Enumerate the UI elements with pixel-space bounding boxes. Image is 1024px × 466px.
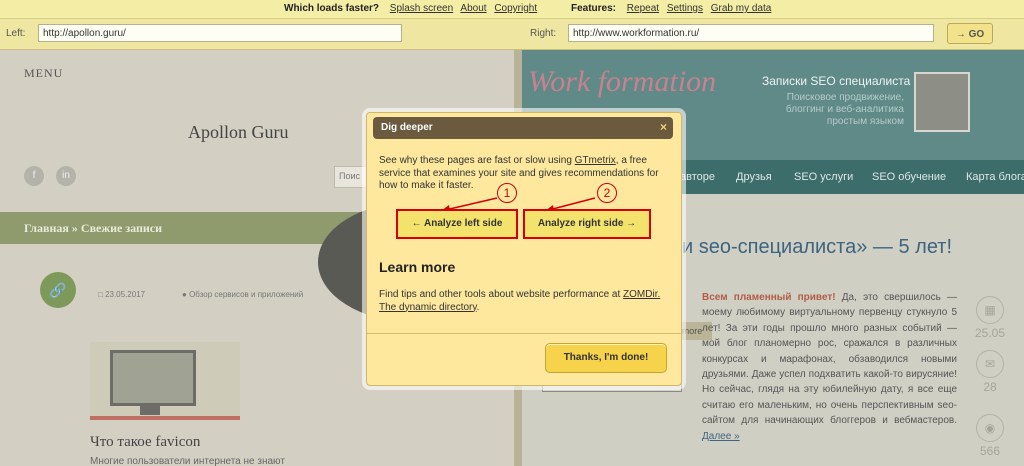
post-body: Да, это свершилось — моему любимому вирт… — [702, 292, 957, 427]
comments-stat: ✉ 28 — [968, 350, 1012, 394]
date-value: 25.05 — [974, 326, 1006, 340]
post-thumbnail[interactable] — [90, 342, 240, 420]
which-loads-faster-label: Which loads faster? — [284, 3, 380, 14]
grab-my-data-link[interactable]: Grab my data — [711, 3, 772, 14]
features-label: Features: — [571, 3, 617, 14]
right-post-text: Всем пламенный привет! Да, это свершилос… — [702, 290, 957, 444]
repeat-link[interactable]: Repeat — [627, 3, 659, 14]
views-value: 566 — [979, 444, 1001, 458]
dialog-divider — [367, 333, 681, 334]
splash-screen-link[interactable]: Splash screen — [390, 3, 453, 14]
linkedin-icon[interactable]: in — [56, 166, 76, 186]
tips-text-1: Find tips and other tools about website … — [379, 289, 624, 300]
post-category-text: Обзор сервисов и приложений — [189, 290, 304, 299]
right-site-title: Записки SEO специалиста — [762, 74, 911, 88]
learn-more-heading: Learn more — [379, 259, 456, 275]
right-site-tagline: Поисковое продвижение, блоггинг и веб-ан… — [785, 92, 904, 127]
right-post-title[interactable]: и seo-специалиста» — 5 лет! — [682, 236, 952, 259]
left-url-label: Left: — [6, 28, 26, 39]
workformation-logo[interactable]: Work formation — [528, 67, 716, 97]
thanks-done-button[interactable]: Thanks, I'm done! — [545, 343, 667, 373]
about-link[interactable]: About — [460, 3, 486, 14]
toolbar-left-group: Which loads faster? Splash screen About … — [284, 3, 542, 14]
go-button[interactable]: → GO — [947, 23, 993, 44]
read-more-link[interactable]: Далее » — [702, 431, 740, 442]
post-category: ● Обзор сервисов и приложений — [182, 290, 304, 299]
copyright-link[interactable]: Copyright — [494, 3, 537, 14]
greeting-text: Всем пламенный привет! — [702, 292, 836, 303]
calendar-icon: ▦ — [976, 296, 1004, 324]
intro-text-1: See why these pages are fast or slow usi… — [379, 155, 575, 166]
comparison-toolbar: Which loads faster? Splash screen About … — [0, 0, 1024, 19]
post-date-text: 23.05.2017 — [105, 290, 146, 299]
close-icon[interactable]: × — [660, 120, 667, 134]
date-stat: ▦ 25.05 — [968, 296, 1012, 340]
nav-item-sitemap[interactable]: Карта блога — [966, 171, 1024, 183]
views-stat: ◉ 566 — [968, 414, 1012, 458]
dialog-header: Dig deeper × — [373, 117, 673, 139]
nav-item-friends[interactable]: Друзья — [736, 171, 772, 183]
nav-item-seo-training[interactable]: SEO обучение — [872, 171, 946, 183]
nav-item-seo-services[interactable]: SEO услуги — [794, 171, 853, 183]
dig-deeper-dialog: Dig deeper × See why these pages are fas… — [366, 112, 682, 386]
analyze-right-button[interactable]: Analyze right side → — [523, 209, 651, 239]
settings-link[interactable]: Settings — [667, 3, 703, 14]
right-url-input[interactable] — [568, 24, 934, 42]
post-date: □ 23.05.2017 — [98, 290, 146, 299]
eye-icon: ◉ — [976, 414, 1004, 442]
dialog-title: Dig deeper — [381, 122, 433, 133]
learn-more-text: Find tips and other tools about website … — [379, 289, 675, 314]
dialog-intro: See why these pages are fast or slow usi… — [379, 155, 675, 193]
link-icon: 🔗 — [40, 272, 76, 308]
comments-value: 28 — [983, 380, 997, 394]
toolbar-right-group: Features: Repeat Settings Grab my data — [571, 3, 776, 14]
monitor-illustration — [110, 350, 196, 406]
left-menu-label[interactable]: MENU — [24, 66, 63, 81]
facebook-icon[interactable]: f — [24, 166, 44, 186]
post-excerpt: Многие пользователи интернета не знают — [90, 456, 285, 466]
post-title[interactable]: Что такое favicon — [90, 434, 200, 451]
desk-illustration — [90, 416, 240, 420]
nav-item-about[interactable]: авторе — [680, 171, 715, 183]
left-url-input[interactable] — [38, 24, 402, 42]
tips-text-2: . — [476, 301, 480, 313]
author-avatar — [914, 72, 970, 132]
analyze-left-button[interactable]: ← Analyze left side — [396, 209, 518, 239]
monitor-stand — [140, 403, 160, 415]
right-url-label: Right: — [530, 28, 557, 39]
comment-icon: ✉ — [976, 350, 1004, 378]
left-site-title: Apollon Guru — [188, 122, 289, 142]
gtmetrix-link[interactable]: GTmetrix — [575, 155, 616, 166]
url-bar: Left: Right: → GO — [0, 19, 1024, 50]
